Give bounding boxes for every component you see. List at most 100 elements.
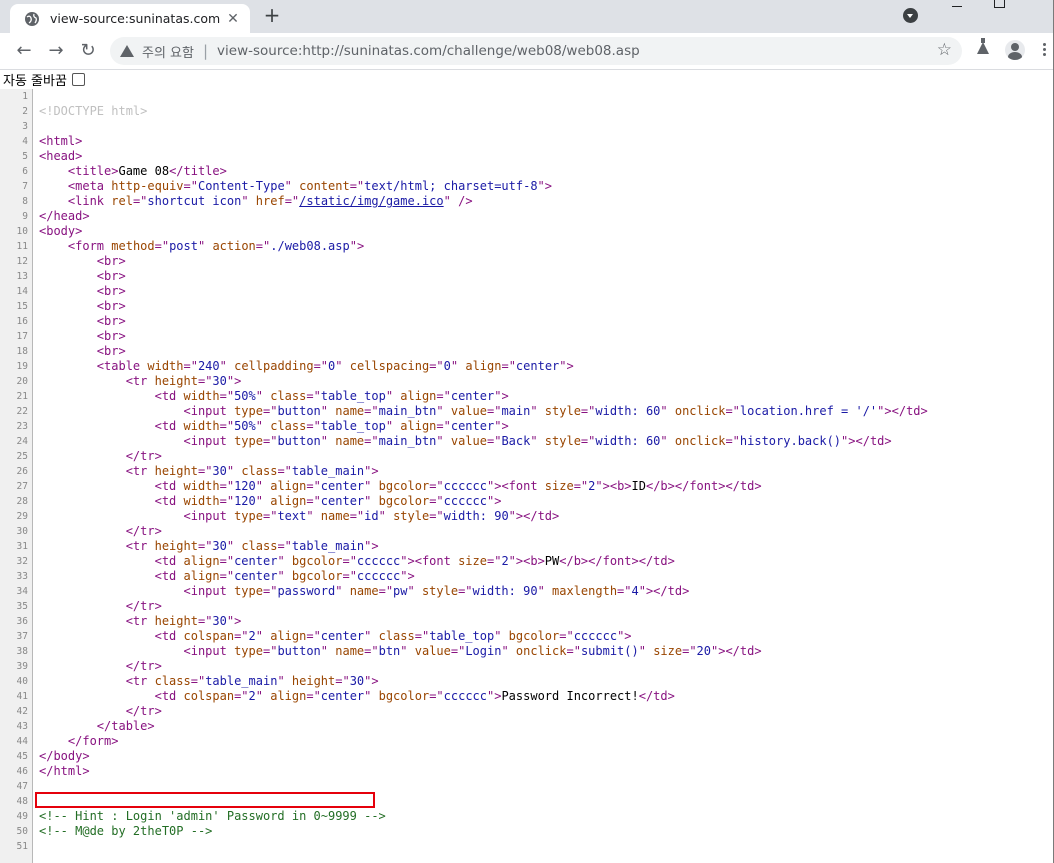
line-number: 16 [16, 316, 28, 327]
source-code: <input type="button" name="main_btn" val… [39, 434, 892, 449]
source-line: 3 [0, 119, 28, 134]
kebab-menu-icon[interactable] [1043, 43, 1046, 58]
source-token: style [544, 434, 581, 448]
source-code: </tr> [39, 704, 162, 719]
source-token: "> [400, 569, 415, 583]
source-line: 25 </tr> [0, 449, 162, 464]
source-token: <table [96, 359, 148, 373]
source-code: <td align="center" bgcolor="cccccc"><fon… [39, 554, 675, 569]
source-token: cellpadding [234, 359, 314, 373]
source-code: <!-- M@de by 2theT0P --> [39, 824, 212, 839]
source-code: <td width="120" align="center" bgcolor="… [39, 494, 502, 509]
source-token: <input [183, 644, 235, 658]
source-token [39, 419, 155, 433]
security-label[interactable]: 주의 요함 [142, 42, 194, 61]
source-token: cccccc [356, 569, 401, 583]
line-number: 14 [16, 286, 28, 297]
source-token: class [241, 464, 278, 478]
line-number: 28 [16, 496, 28, 507]
labs-flask-icon[interactable] [977, 38, 989, 54]
source-token: width [183, 419, 220, 433]
bookmark-star-icon[interactable]: ☆ [937, 40, 952, 60]
maximize-icon[interactable] [994, 0, 1005, 8]
source-token: button [277, 644, 321, 658]
tab-strip: view-source:suninatas.com/chall ✕ + [0, 0, 1054, 33]
source-token: =" [219, 554, 235, 568]
source-token: " [255, 689, 271, 703]
url-text[interactable]: view-source:http://suninatas.com/challen… [217, 43, 640, 59]
source-code: <tr class="table_main" height="30"> [39, 674, 379, 689]
reload-button[interactable]: ↻ [76, 39, 100, 63]
source-link[interactable]: /static/img/game.ico [299, 194, 444, 208]
source-token: </td> [638, 689, 675, 703]
source-token [39, 674, 126, 688]
source-token: =" [197, 374, 213, 388]
address-bar[interactable]: 주의 요함 | view-source:http://suninatas.com… [110, 37, 962, 65]
source-token: rel [111, 194, 133, 208]
source-code: </form> [39, 734, 119, 749]
source-token: bgcolor [378, 494, 430, 508]
profile-avatar-icon[interactable] [1005, 40, 1025, 60]
source-code: </head> [39, 209, 90, 224]
source-code: <!DOCTYPE html> [39, 104, 147, 119]
forward-button[interactable]: → [44, 39, 68, 63]
source-token: onclick [674, 434, 726, 448]
source-token: " /> [443, 194, 473, 208]
source-token [39, 434, 184, 448]
source-token: "></td> [711, 644, 762, 658]
line-number: 12 [16, 256, 28, 267]
minimize-icon[interactable] [952, 6, 962, 7]
source-code: <tr height="30" class="table_main"> [39, 539, 379, 554]
source-line: 27 <td width="120" align="center" bgcolo… [0, 479, 762, 494]
source-token: =" [262, 434, 278, 448]
source-code: <input type="text" name="id" style="widt… [39, 509, 560, 524]
active-tab[interactable]: view-source:suninatas.com/chall ✕ [10, 4, 250, 33]
source-code: <head> [39, 149, 82, 164]
source-token: class [270, 419, 307, 433]
source-token: =" [580, 434, 596, 448]
new-tab-button[interactable]: + [262, 5, 282, 25]
line-number: 13 [16, 271, 28, 282]
source-line: 17 <br> [0, 329, 126, 344]
line-number: 7 [22, 181, 28, 192]
source-token: "></td> [877, 404, 928, 418]
source-token [39, 239, 68, 253]
source-code: <!-- Hint : Login 'admin' Password in 0~… [39, 809, 386, 824]
source-token: " [407, 584, 422, 598]
source-token: width [183, 494, 220, 508]
source-token [39, 389, 155, 403]
source-token: =" [342, 554, 357, 568]
source-token [39, 404, 184, 418]
tab-search-icon[interactable] [903, 8, 918, 23]
source-token: </tr> [125, 599, 162, 613]
line-number: 32 [16, 556, 28, 567]
source-token: " [335, 359, 350, 373]
source-token: =" [414, 629, 430, 643]
close-icon[interactable]: ✕ [225, 11, 241, 27]
source-token: </body> [39, 749, 90, 763]
back-button[interactable]: ← [12, 39, 36, 63]
source-token: location.href = '/' [739, 404, 878, 418]
browser-toolbar: ← → ↻ 주의 요함 | view-source:http://suninat… [0, 33, 1054, 70]
source-token [39, 689, 155, 703]
source-token: align [400, 389, 437, 403]
source-token: "></td> [508, 509, 560, 523]
source-token [39, 554, 155, 568]
source-token: " [255, 389, 271, 403]
source-line: 45 </body> [0, 749, 90, 764]
warning-icon[interactable] [120, 45, 134, 57]
source-token: maxlength [552, 584, 618, 598]
source-token: shortcut icon [147, 194, 242, 208]
source-line: 50 <!-- M@de by 2theT0P --> [0, 824, 213, 839]
source-token: " [364, 629, 379, 643]
source-token: <tr [125, 374, 155, 388]
source-token: " [320, 644, 336, 658]
line-number: 10 [16, 226, 28, 237]
line-wrap-checkbox[interactable] [71, 72, 85, 86]
line-number: 15 [16, 301, 28, 312]
source-token: =" [154, 239, 170, 253]
source-token [39, 704, 126, 718]
source-token: align [270, 479, 307, 493]
line-number: 26 [16, 466, 28, 477]
source-code: </tr> [39, 524, 162, 539]
